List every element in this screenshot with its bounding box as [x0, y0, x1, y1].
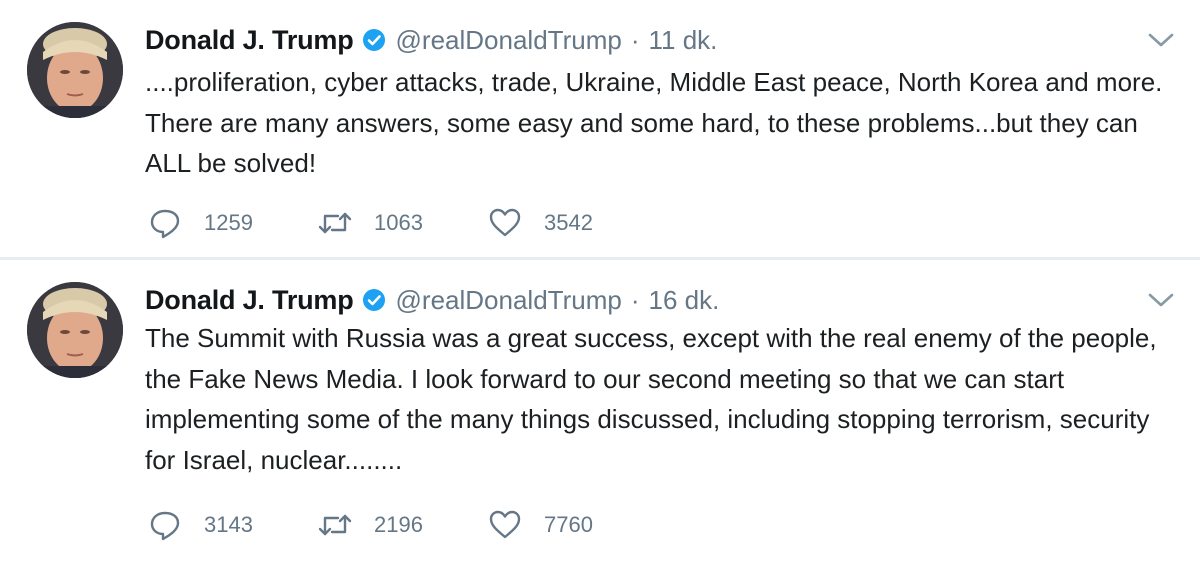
tweet-text: The Summit with Russia was a great succe… [145, 323, 1157, 475]
author-name[interactable]: Donald J. Trump [145, 285, 354, 316]
retweet-icon [318, 212, 352, 234]
tweet-actions: 1259 1063 3542 [148, 205, 658, 241]
verified-badge-icon [362, 289, 385, 311]
retweet-icon [318, 514, 352, 536]
retweet-button[interactable]: 2196 [318, 508, 488, 542]
chevron-down-icon[interactable] [1148, 32, 1174, 48]
reply-count: 3143 [204, 512, 253, 537]
heart-icon [489, 208, 521, 237]
chevron-down-icon[interactable] [1148, 292, 1174, 308]
tweet-timeline: Donald J. Trump @realDonaldTrump · 11 dk… [0, 0, 1200, 562]
reply-button[interactable]: 1259 [148, 206, 318, 240]
author-handle[interactable]: @realDonaldTrump [396, 285, 622, 316]
author-handle[interactable]: @realDonaldTrump [396, 25, 622, 56]
tweet-text: ....proliferation, cyber attacks, trade,… [145, 67, 1163, 178]
avatar-image [27, 22, 123, 118]
avatar[interactable] [27, 22, 123, 118]
heart-icon [489, 510, 521, 539]
tweet[interactable]: Donald J. Trump @realDonaldTrump · 11 dk… [0, 0, 1200, 259]
like-button[interactable]: 3542 [488, 206, 658, 240]
reply-icon [150, 209, 180, 239]
retweet-count: 1063 [374, 210, 423, 235]
tweet-actions: 3143 2196 7760 [148, 507, 658, 543]
reply-icon [150, 511, 180, 541]
tweet-timestamp[interactable]: 11 dk. [649, 25, 718, 56]
reply-count: 1259 [204, 210, 253, 235]
tweet-timestamp[interactable]: 16 dk. [649, 285, 720, 316]
header-separator: · [630, 284, 640, 315]
retweet-count: 2196 [374, 512, 423, 537]
reply-button[interactable]: 3143 [148, 508, 318, 542]
retweet-button[interactable]: 1063 [318, 206, 488, 240]
like-count: 7760 [544, 512, 593, 537]
avatar-image [27, 282, 123, 378]
tweet-header: Donald J. Trump @realDonaldTrump · 11 dk… [145, 22, 717, 58]
avatar[interactable] [27, 282, 123, 378]
tweet-header: Donald J. Trump @realDonaldTrump · 16 dk… [145, 282, 719, 318]
header-separator: · [630, 24, 640, 55]
like-button[interactable]: 7760 [488, 508, 658, 542]
verified-badge-icon [362, 29, 385, 51]
like-count: 3542 [544, 210, 593, 235]
author-name[interactable]: Donald J. Trump [145, 25, 354, 56]
tweet[interactable]: Donald J. Trump @realDonaldTrump · 16 dk… [0, 260, 1200, 562]
